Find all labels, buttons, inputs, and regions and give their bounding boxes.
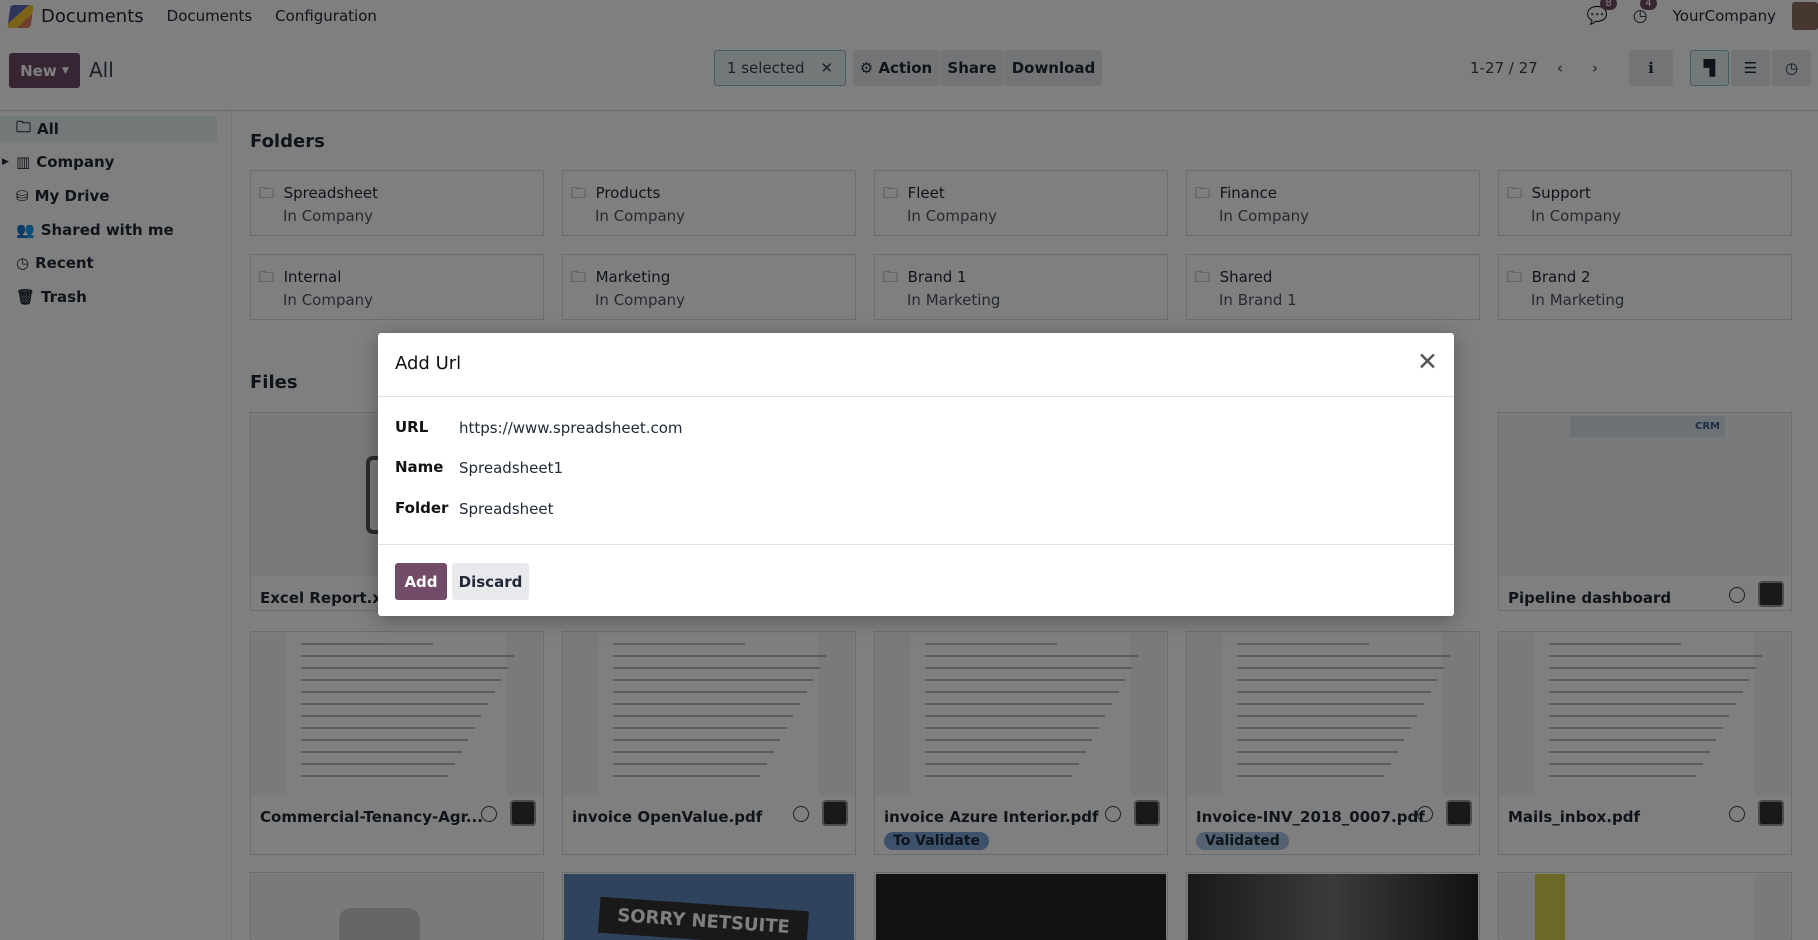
url-label: URL xyxy=(395,418,429,436)
add-url-dialog: Add Url ✕ URL https://www.spreadsheet.co… xyxy=(378,333,1454,616)
close-icon[interactable]: ✕ xyxy=(1417,347,1438,376)
dialog-header: Add Url ✕ xyxy=(378,333,1454,397)
folder-label: Folder xyxy=(395,499,449,517)
discard-button[interactable]: Discard xyxy=(452,563,529,600)
folder-select[interactable]: Spreadsheet xyxy=(459,500,553,518)
dialog-title: Add Url xyxy=(395,353,462,374)
add-button[interactable]: Add xyxy=(395,563,447,600)
dialog-footer-divider xyxy=(378,544,1454,545)
name-label: Name xyxy=(395,458,444,476)
url-input[interactable]: https://www.spreadsheet.com xyxy=(459,419,683,437)
name-input[interactable]: Spreadsheet1 xyxy=(459,459,563,477)
